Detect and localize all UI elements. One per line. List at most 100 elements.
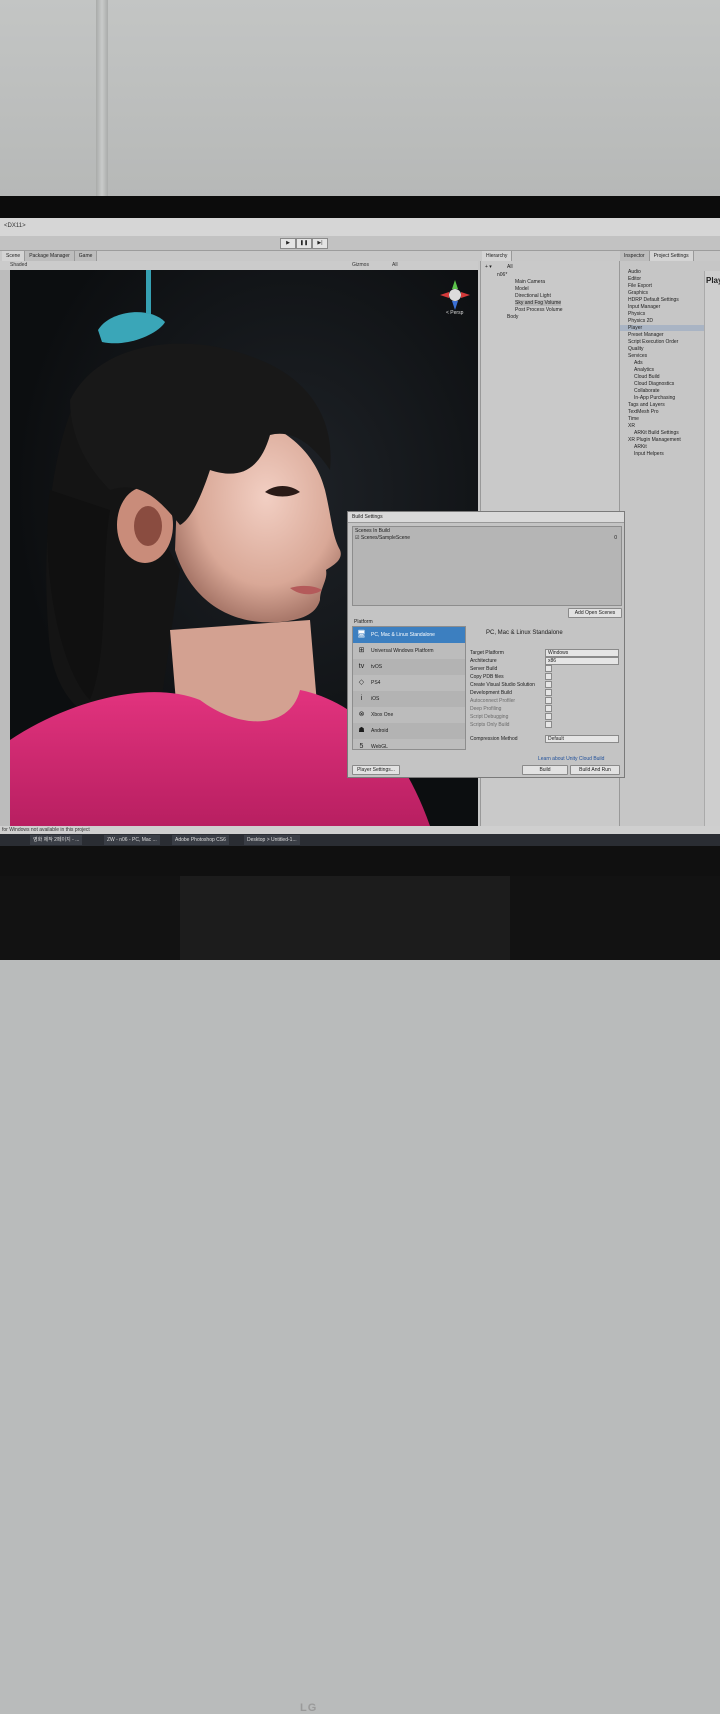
hierarchy-item[interactable]: Directional Light	[515, 293, 551, 299]
build-settings-titlebar: Build Settings	[348, 512, 624, 523]
settings-item[interactable]: TextMesh Pro	[628, 409, 659, 415]
orientation-gizmo[interactable]	[438, 278, 472, 312]
settings-item[interactable]: Preset Manager	[628, 332, 664, 338]
settings-item[interactable]: Physics	[628, 311, 645, 317]
add-open-scenes-button[interactable]: Add Open Scenes	[568, 608, 622, 618]
lg-logo: LG	[300, 1702, 318, 1714]
settings-item[interactable]: Services	[628, 353, 647, 359]
hierarchy-search-input[interactable]: All	[507, 264, 513, 270]
monitor-icon: 🖥	[357, 631, 366, 638]
development-build-checkbox[interactable]	[545, 689, 552, 696]
hierarchy-add-icon[interactable]: + ▾	[485, 264, 492, 270]
settings-item[interactable]: Input Manager	[628, 304, 660, 310]
build-and-run-button[interactable]: Build And Run	[570, 765, 620, 775]
settings-item[interactable]: Ads	[634, 360, 643, 366]
settings-item[interactable]: Time	[628, 416, 639, 422]
perspective-label[interactable]: < Persp	[446, 310, 463, 316]
copy-pdb-checkbox[interactable]	[545, 673, 552, 680]
tab-hierarchy[interactable]: Hierarchy	[482, 251, 513, 261]
vs-solution-checkbox[interactable]	[545, 681, 552, 688]
server-build-label: Server Build	[470, 666, 498, 672]
settings-item[interactable]: ARKit Build Settings	[634, 430, 679, 436]
cloud-build-link[interactable]: Learn about Unity Cloud Build	[538, 756, 604, 762]
platform-item-android[interactable]: ☗ Android	[353, 723, 465, 739]
step-button[interactable]: ▶|	[312, 238, 328, 249]
target-platform-dropdown[interactable]: Windows	[545, 649, 619, 657]
hierarchy-item[interactable]: Main Camera	[515, 279, 545, 285]
scene-tabs: Scene Package Manager Game	[2, 251, 98, 261]
taskbar-item[interactable]: 영화 제작 2페이지 - ...	[30, 835, 83, 845]
compression-dropdown[interactable]: Default	[545, 735, 619, 743]
taskbar-item[interactable]: Desktop > Untitled-1...	[244, 835, 300, 845]
settings-item-player[interactable]: Player	[620, 325, 710, 331]
hierarchy-item[interactable]: Model	[515, 286, 529, 292]
taskbar-item[interactable]: ZW - n06 - PC, Mac ...	[104, 835, 160, 845]
settings-item[interactable]: XR Plugin Management	[628, 437, 681, 443]
settings-item[interactable]: Analytics	[634, 367, 654, 373]
hierarchy-item[interactable]: Sky and Fog Volume	[515, 300, 562, 306]
settings-item[interactable]: Script Execution Order	[628, 339, 678, 345]
tab-package-manager[interactable]: Package Manager	[25, 251, 75, 261]
hierarchy-item[interactable]: Body	[507, 314, 518, 320]
platform-list: 🖥 PC, Mac & Linux Standalone ⊞ Universal W…	[352, 626, 466, 750]
project-settings-panel: Audio Editor File Export Graphics HDRP D…	[619, 261, 720, 826]
tab-project-settings[interactable]: Project Settings	[649, 251, 694, 261]
ios-icon: i	[360, 695, 363, 702]
gizmos-dropdown[interactable]: Gizmos	[352, 262, 369, 268]
server-build-checkbox[interactable]	[545, 665, 552, 672]
scripts-only-label: Scripts Only Build	[470, 722, 510, 728]
html5-icon: 5	[359, 743, 364, 750]
tab-inspector[interactable]: Inspector	[620, 251, 650, 261]
settings-item[interactable]: Quality	[628, 346, 644, 352]
platform-item-ios[interactable]: i iOS	[353, 691, 465, 707]
settings-item[interactable]: Graphics	[628, 290, 648, 296]
taskbar-item[interactable]: Adobe Photoshop CS6	[172, 835, 229, 845]
platform-item-webgl[interactable]: 5 WebGL	[353, 739, 465, 750]
settings-item[interactable]: File Export	[628, 283, 652, 289]
platform-item-uwp[interactable]: ⊞ Universal Windows Platform	[353, 643, 465, 659]
main-toolbar	[0, 236, 720, 251]
settings-item[interactable]: Input Helpers	[634, 451, 664, 457]
script-debugging-checkbox[interactable]	[545, 713, 552, 720]
settings-item[interactable]: Physics 2D	[628, 318, 653, 324]
play-button[interactable]: ▶	[280, 238, 296, 249]
pause-button[interactable]: ❚❚	[296, 238, 312, 249]
tvos-icon: tv	[358, 663, 365, 670]
window-titlebar: <DX11>	[0, 218, 720, 236]
settings-item[interactable]: HDRP Default Settings	[628, 297, 679, 303]
scene-entry[interactable]: ☑ Scenes/SampleScene	[355, 535, 410, 541]
settings-item[interactable]: Editor	[628, 276, 641, 282]
platform-label: PS4	[371, 680, 381, 686]
settings-item[interactable]: Collaborate	[634, 388, 660, 394]
scene-search-input[interactable]: All	[392, 262, 398, 268]
hierarchy-item[interactable]: n06*	[497, 272, 507, 278]
settings-item[interactable]: Cloud Build	[634, 374, 660, 380]
build-button[interactable]: Build	[522, 765, 568, 775]
platform-item-standalone[interactable]: 🖥 PC, Mac & Linux Standalone	[353, 627, 465, 643]
architecture-label: Architecture	[470, 658, 497, 664]
architecture-dropdown[interactable]: x86	[545, 657, 619, 665]
hierarchy-item[interactable]: Post Process Volume	[515, 307, 563, 313]
deep-profiling-checkbox[interactable]	[545, 705, 552, 712]
platform-item-xbox[interactable]: ⊗ Xbox One	[353, 707, 465, 723]
tab-scene[interactable]: Scene	[2, 251, 26, 261]
settings-item[interactable]: Tags and Layers	[628, 402, 665, 408]
settings-item[interactable]: Cloud Diagnostics	[634, 381, 674, 387]
platform-item-ps4[interactable]: ◇ PS4	[353, 675, 465, 691]
shading-mode-dropdown[interactable]: Shaded	[10, 262, 27, 268]
scripts-only-checkbox[interactable]	[545, 721, 552, 728]
tab-game[interactable]: Game	[74, 251, 98, 261]
settings-item[interactable]: ARKit	[634, 444, 647, 450]
settings-item[interactable]: Audio	[628, 269, 641, 275]
scenes-in-build-list[interactable]: Scenes In Build ☑ Scenes/SampleScene 0	[352, 526, 622, 606]
xbox-icon: ⊗	[358, 711, 365, 718]
settings-item[interactable]: In-App Purchasing	[634, 395, 675, 401]
platform-label: iOS	[371, 696, 380, 702]
player-settings-button[interactable]: Player Settings...	[352, 765, 400, 775]
wall-seam	[96, 0, 108, 200]
settings-item[interactable]: XR	[628, 423, 635, 429]
platform-item-tvos[interactable]: tv tvOS	[353, 659, 465, 675]
wall-background	[0, 0, 720, 200]
autoconnect-profiler-checkbox[interactable]	[545, 697, 552, 704]
compression-label: Compression Method	[470, 736, 518, 742]
